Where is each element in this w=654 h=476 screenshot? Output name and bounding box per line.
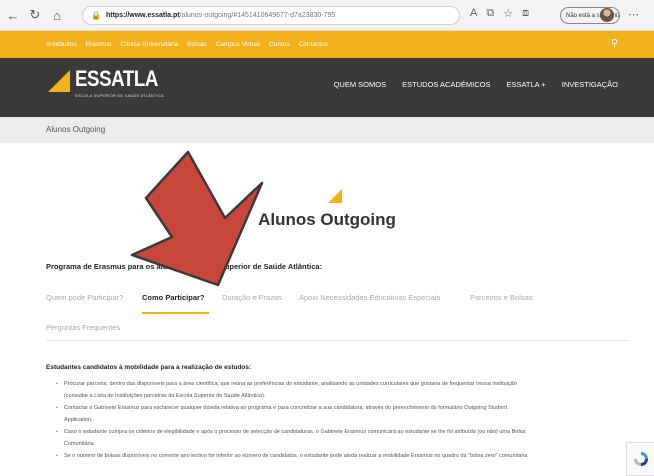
url-host: https://www.essatla.pt [105, 12, 180, 19]
nav-quem-somos[interactable]: QUEM SOMOS [334, 80, 387, 89]
profile-avatar[interactable] [600, 8, 614, 22]
collections-icon[interactable]: ⧈ [522, 7, 529, 20]
browser-actions: A ⧉ ☆ ⧈ [470, 7, 529, 20]
tab-quem-pode-participar[interactable]: Quem pode Participar? [46, 293, 123, 302]
instructions-list: Procurar parceria, dentro das disponívei… [56, 378, 630, 462]
refresh-icon[interactable]: ↻ [26, 6, 44, 24]
active-tab-indicator [142, 312, 209, 314]
recaptcha-badge[interactable] [626, 442, 654, 476]
list-item: Se o número de bolsas disponíveis no cor… [56, 450, 630, 462]
top-link-clinica[interactable]: Clínica Universitária [120, 41, 178, 48]
title-triangle-icon [328, 189, 342, 203]
extension-icon[interactable]: ⧉ [486, 7, 494, 20]
list-item-continuation: Application. [64, 417, 93, 423]
logo-text: ESSATLA [75, 66, 158, 91]
tab-perguntas-frequentes[interactable]: Perguntas Frequentes [46, 323, 120, 332]
back-icon[interactable]: ← [4, 6, 22, 24]
top-links-bar: Antebuitos Erasmus Clínica Universitária… [0, 31, 654, 58]
site-logo[interactable]: ESSATLA ESCOLA SUPERIOR DE SAÚDE ATLÂNTI… [48, 66, 168, 108]
top-link-campus-virtual[interactable]: Campus Virtual [216, 41, 260, 48]
top-link-antebuitos[interactable]: Antebuitos [46, 41, 77, 48]
page-title: Alunos Outgoing [258, 210, 396, 229]
favorite-star-icon[interactable]: ☆ [503, 7, 513, 20]
tab-parceiros-bolsas[interactable]: Parceiros e Bolsas [470, 293, 533, 302]
search-icon[interactable]: ⚲ [611, 38, 618, 49]
list-item-continuation: Comunitária. [64, 441, 96, 447]
more-options-icon[interactable]: ⋯ [628, 8, 639, 21]
nav-essatla-plus[interactable]: ESSATLA + [506, 80, 545, 89]
tab-duracao-prazos[interactable]: Duração e Prazos [222, 293, 282, 302]
nav-estudos-academicos[interactable]: ESTUDOS ACADÉMICOS [402, 80, 490, 89]
logo-triangle-icon [48, 70, 70, 92]
nav-investigacao[interactable]: INVESTIGAÇÃO [562, 80, 618, 89]
list-item: Procurar parceria, dentro das disponívei… [56, 378, 630, 390]
list-item-continuation: (consultar a Lista de Instituições parce… [64, 393, 266, 399]
site-header: ESSATLA ESCOLA SUPERIOR DE SAÚDE ATLÂNTI… [0, 58, 654, 117]
url-path: /alunos-outgoing/#1451410649677-d7a23830… [179, 12, 336, 19]
breadcrumb: Alunos Outgoing [46, 125, 106, 134]
tab-como-participar[interactable]: Como Participar? [142, 293, 205, 302]
tab-apoio-nee[interactable]: Apoio Necessidades Educativas Especiais [299, 293, 440, 302]
section-heading: Estudantes candidatos à mobilidade para … [46, 364, 252, 371]
logo-subtitle: ESCOLA SUPERIOR DE SAÚDE ATLÂNTICA [75, 93, 164, 98]
program-heading: Programa de Erasmus para os alunos da Es… [46, 262, 323, 271]
address-bar[interactable]: 🔒 https://www.essatla.pt /alunos-outgoin… [82, 6, 460, 25]
read-aloud-icon[interactable]: A [470, 7, 477, 20]
top-link-bolsas[interactable]: Bolsas [187, 41, 207, 48]
main-nav: QUEM SOMOS ESTUDOS ACADÉMICOS ESSATLA + … [334, 80, 618, 89]
home-icon[interactable]: ⌂ [48, 6, 66, 24]
lock-icon: 🔒 [91, 11, 101, 20]
list-item: Contactar o Gabinete Erasmus para esclar… [56, 402, 630, 414]
tabs-divider [46, 340, 630, 341]
list-item: Caso o estudante cumpra os critérios de … [56, 426, 630, 438]
top-link-contactos[interactable]: Contactos [299, 41, 328, 48]
recaptcha-icon [633, 452, 648, 466]
breadcrumb-bar: Alunos Outgoing [0, 117, 654, 143]
top-link-erasmus[interactable]: Erasmus [86, 41, 112, 48]
top-link-cursos[interactable]: Cursos [269, 41, 290, 48]
